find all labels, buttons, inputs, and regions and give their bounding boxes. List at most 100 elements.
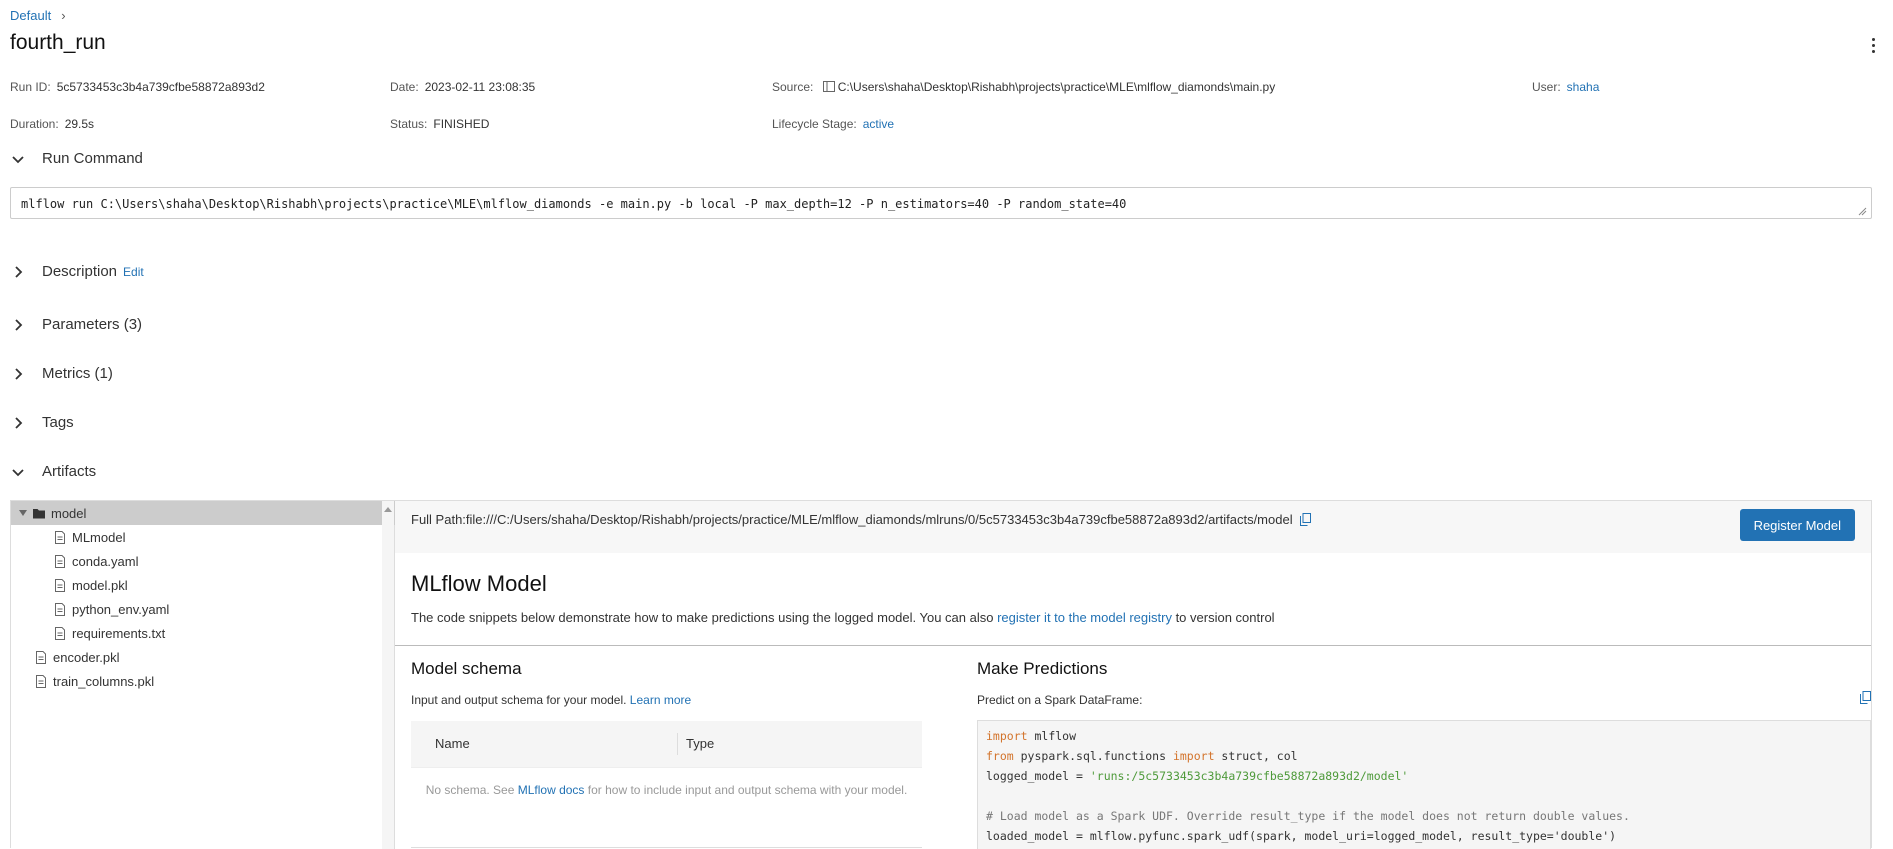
schema-col-name: Name bbox=[435, 736, 470, 751]
desc-text-after: to version control bbox=[1171, 610, 1275, 625]
date-label: Date: bbox=[390, 80, 419, 94]
date-value: 2023-02-11 23:08:35 bbox=[424, 80, 536, 94]
date-field: Date: 2023-02-11 23:08:35 bbox=[390, 80, 535, 94]
breadcrumb: Default › bbox=[10, 8, 66, 23]
section-run-command-label: Run Command bbox=[42, 150, 143, 167]
tree-item-label: model.pkl bbox=[72, 577, 128, 593]
duration-field: Duration: 29.5s bbox=[10, 117, 94, 131]
scroll-up-arrow-icon[interactable] bbox=[384, 507, 392, 512]
artifact-full-path: Full Path:file:///C:/Users/shaha/Desktop… bbox=[411, 512, 1312, 527]
run-id-label: Run ID: bbox=[10, 80, 51, 94]
user-label: User: bbox=[1532, 80, 1561, 94]
status-field: Status: FINISHED bbox=[390, 117, 489, 131]
section-run-command[interactable]: Run Command bbox=[10, 150, 143, 167]
copy-icon[interactable] bbox=[1300, 513, 1312, 526]
caret-down-icon bbox=[19, 510, 27, 516]
section-tags[interactable]: Tags bbox=[10, 414, 74, 431]
file-icon bbox=[55, 554, 65, 568]
folder-icon bbox=[33, 508, 45, 518]
schema-col-type: Type bbox=[686, 736, 715, 751]
status-label: Status: bbox=[390, 117, 428, 131]
register-registry-link[interactable]: register it to the model registry bbox=[997, 610, 1172, 625]
tree-item-label: MLmodel bbox=[72, 529, 126, 545]
source-value: C:\Users\shaha\Desktop\Rishabh\projects\… bbox=[837, 80, 1276, 94]
tree-item-requirements-txt[interactable]: requirements.txt bbox=[11, 621, 395, 645]
user-link[interactable]: shaha bbox=[1567, 80, 1600, 94]
chevron-right-icon bbox=[15, 265, 23, 278]
notebook-icon bbox=[822, 81, 835, 92]
chevron-down-icon bbox=[12, 155, 24, 163]
tree-item-label: python_env.yaml bbox=[72, 601, 170, 617]
section-tags-label: Tags bbox=[42, 414, 74, 431]
tree-item-mlmodel[interactable]: MLmodel bbox=[11, 525, 395, 549]
schema-table-header: Name Type bbox=[411, 721, 922, 767]
chevron-down-icon bbox=[12, 468, 24, 476]
lifecycle-value[interactable]: active bbox=[863, 117, 894, 131]
more-options-icon[interactable] bbox=[1863, 34, 1883, 56]
chevron-right-icon bbox=[15, 318, 23, 331]
desc-text-before: The code snippets below demonstrate how … bbox=[411, 610, 998, 625]
run-command-textarea[interactable]: mlflow run C:\Users\shaha\Desktop\Rishab… bbox=[10, 187, 1872, 219]
file-icon bbox=[55, 602, 65, 616]
chevron-right-icon bbox=[15, 416, 23, 429]
chevron-right-icon bbox=[15, 367, 23, 380]
predict-subtitle: Predict on a Spark DataFrame: bbox=[977, 693, 1143, 707]
tree-item-label: requirements.txt bbox=[72, 625, 166, 641]
file-icon bbox=[55, 626, 65, 640]
column-divider[interactable] bbox=[677, 733, 678, 755]
learn-more-link[interactable]: Learn more bbox=[630, 693, 691, 707]
tree-item-conda-yaml[interactable]: conda.yaml bbox=[11, 549, 395, 573]
schema-empty-message: No schema. See MLflow docs for how to in… bbox=[411, 767, 922, 849]
section-metrics[interactable]: Metrics (1) bbox=[10, 365, 113, 382]
lifecycle-field: Lifecycle Stage: active bbox=[772, 117, 894, 131]
tree-item-label: encoder.pkl bbox=[53, 649, 120, 665]
section-artifacts-label: Artifacts bbox=[42, 463, 97, 480]
source-field: Source: C:\Users\shaha\Desktop\Rishabh\p… bbox=[772, 80, 1275, 94]
file-icon bbox=[55, 530, 65, 544]
section-parameters[interactable]: Parameters (3) bbox=[10, 316, 142, 333]
duration-label: Duration: bbox=[10, 117, 59, 131]
run-command-text: mlflow run C:\Users\shaha\Desktop\Rishab… bbox=[21, 197, 1127, 211]
source-label: Source: bbox=[772, 80, 814, 94]
model-schema-heading: Model schema bbox=[411, 659, 522, 678]
run-id-value: 5c5733453c3b4a739cfbe58872a893d2 bbox=[56, 80, 265, 94]
section-description[interactable]: Description Edit bbox=[10, 263, 144, 280]
description-edit-link[interactable]: Edit bbox=[123, 265, 144, 279]
user-field: User: shaha bbox=[1532, 80, 1599, 94]
file-icon bbox=[36, 674, 46, 688]
code-line: loaded_model = mlflow.pyfunc.spark_udf(s… bbox=[986, 829, 1617, 843]
divider bbox=[395, 645, 1871, 646]
mlflow-docs-link[interactable]: MLflow docs bbox=[518, 783, 585, 797]
tree-item-label: conda.yaml bbox=[72, 553, 139, 569]
breadcrumb-link-default[interactable]: Default bbox=[10, 8, 51, 23]
model-schema-subtitle: Input and output schema for your model. … bbox=[411, 693, 691, 707]
schema-empty-before: No schema. See bbox=[425, 783, 518, 797]
tree-item-model[interactable]: model bbox=[11, 501, 395, 525]
file-icon bbox=[55, 578, 65, 592]
tree-item-python-env-yaml[interactable]: python_env.yaml bbox=[11, 597, 395, 621]
tree-scrollbar[interactable] bbox=[382, 501, 394, 849]
tree-item-model-pkl[interactable]: model.pkl bbox=[11, 573, 395, 597]
artifacts-panel: model MLmodel conda.yaml model.pkl pytho… bbox=[10, 500, 1872, 849]
tree-item-label: model bbox=[51, 505, 87, 521]
duration-value: 29.5s bbox=[64, 117, 95, 131]
code-line: from pyspark.sql.functions import struct… bbox=[986, 749, 1298, 763]
copy-code-icon[interactable] bbox=[1860, 691, 1871, 704]
artifact-tree: model MLmodel conda.yaml model.pkl pytho… bbox=[11, 501, 395, 849]
section-description-label: Description bbox=[42, 263, 118, 280]
tree-item-train-columns-pkl[interactable]: train_columns.pkl bbox=[11, 669, 395, 693]
status-value: FINISHED bbox=[433, 117, 490, 131]
tree-item-encoder-pkl[interactable]: encoder.pkl bbox=[11, 645, 395, 669]
resize-handle-icon[interactable] bbox=[1858, 207, 1867, 216]
mlflow-model-heading: MLflow Model bbox=[411, 571, 547, 596]
code-line: logged_model = 'runs:/5c5733453c3b4a739c… bbox=[986, 769, 1409, 783]
schema-empty-after: for how to include input and output sche… bbox=[584, 783, 908, 797]
section-artifacts[interactable]: Artifacts bbox=[10, 463, 96, 480]
section-parameters-label: Parameters (3) bbox=[42, 316, 143, 333]
schema-sub-text: Input and output schema for your model. bbox=[411, 693, 630, 707]
register-model-button[interactable]: Register Model bbox=[1739, 509, 1855, 541]
prediction-code-block[interactable]: import mlflow from pyspark.sql.functions… bbox=[977, 720, 1871, 849]
code-line: # Load model as a Spark UDF. Override re… bbox=[986, 809, 1630, 823]
code-line: import mlflow bbox=[986, 729, 1077, 743]
section-metrics-label: Metrics (1) bbox=[42, 365, 113, 382]
